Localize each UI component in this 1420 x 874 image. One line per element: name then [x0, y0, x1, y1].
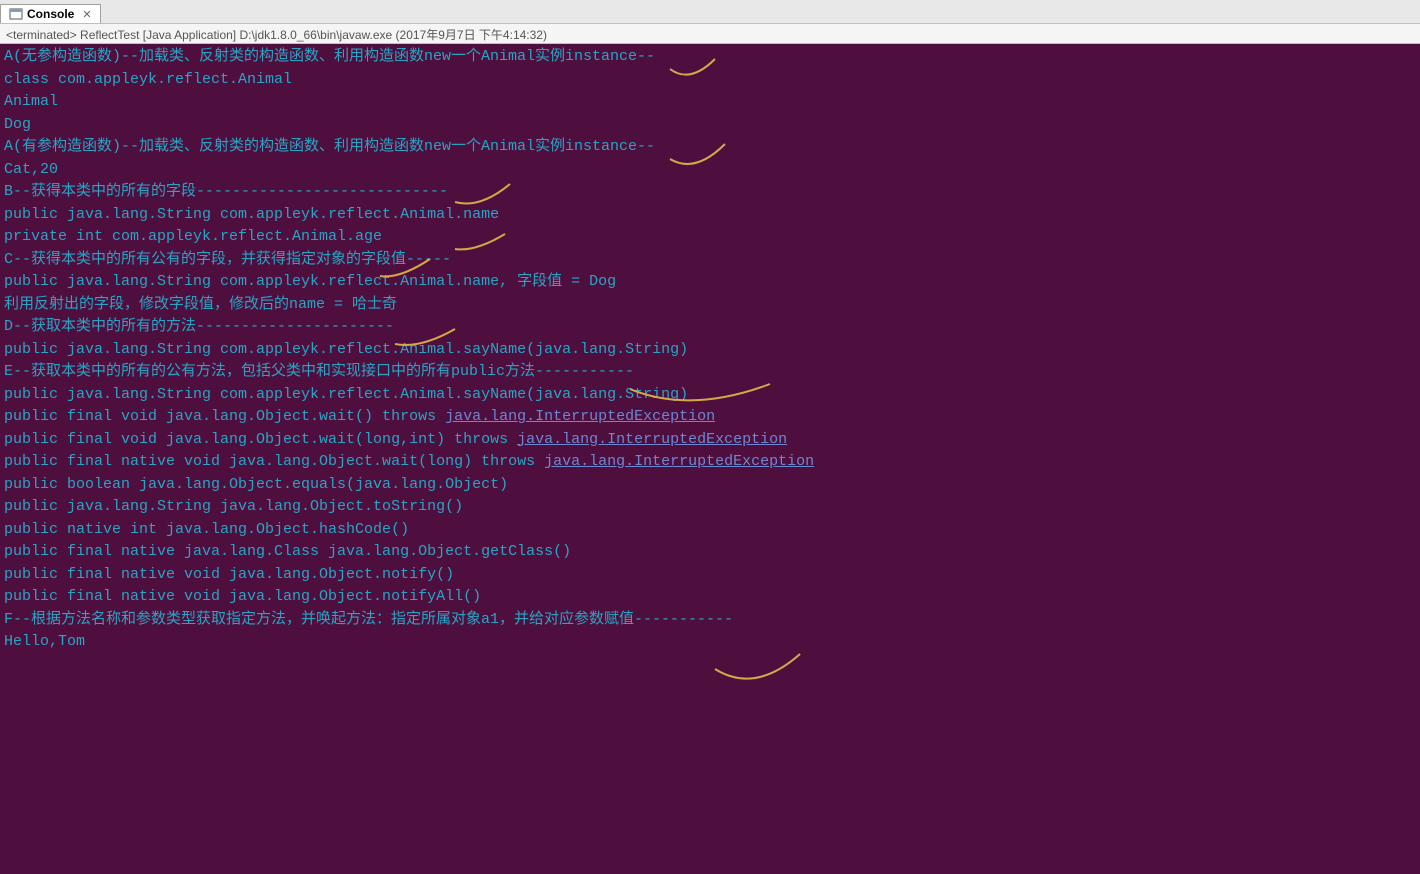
status-bar: <terminated> ReflectTest [Java Applicati…	[0, 24, 1420, 44]
console-line: class com.appleyk.reflect.Animal	[4, 69, 1416, 92]
console-line: public final void java.lang.Object.wait(…	[4, 429, 1416, 452]
console-line: public final void java.lang.Object.wait(…	[4, 406, 1416, 429]
console-line: Animal	[4, 91, 1416, 114]
console-line: public final native void java.lang.Objec…	[4, 451, 1416, 474]
console-line: public boolean java.lang.Object.equals(j…	[4, 474, 1416, 497]
close-icon[interactable]: ✕	[82, 8, 91, 21]
console-line: A(无参构造函数)--加载类、反射类的构造函数、利用构造函数new一个Anima…	[4, 46, 1416, 69]
console-tab[interactable]: Console ✕	[0, 4, 101, 23]
console-line: B--获得本类中的所有的字段--------------------------…	[4, 181, 1416, 204]
console-line: public final native void java.lang.Objec…	[4, 586, 1416, 609]
console-line: public native int java.lang.Object.hashC…	[4, 519, 1416, 542]
console-line: A(有参构造函数)--加载类、反射类的构造函数、利用构造函数new一个Anima…	[4, 136, 1416, 159]
console-line: Cat,20	[4, 159, 1416, 182]
console-line: 利用反射出的字段，修改字段值，修改后的name = 哈士奇	[4, 294, 1416, 317]
console-line: Dog	[4, 114, 1416, 137]
console-output: A(无参构造函数)--加载类、反射类的构造函数、利用构造函数new一个Anima…	[0, 44, 1420, 874]
tab-label: Console	[27, 7, 74, 21]
exception-link[interactable]: java.lang.InterruptedException	[544, 453, 814, 470]
console-line: E--获取本类中的所有的公有方法，包括父类中和实现接口中的所有public方法-…	[4, 361, 1416, 384]
console-line: public java.lang.String com.appleyk.refl…	[4, 339, 1416, 362]
exception-link[interactable]: java.lang.InterruptedException	[445, 408, 715, 425]
console-line: public java.lang.String com.appleyk.refl…	[4, 204, 1416, 227]
exception-link[interactable]: java.lang.InterruptedException	[517, 431, 787, 448]
console-line: F--根据方法名称和参数类型获取指定方法，并唤起方法：指定所属对象a1，并给对应…	[4, 609, 1416, 632]
tab-bar: Console ✕	[0, 0, 1420, 24]
console-line: public final native void java.lang.Objec…	[4, 564, 1416, 587]
console-line: public java.lang.String com.appleyk.refl…	[4, 271, 1416, 294]
console-line: public java.lang.String java.lang.Object…	[4, 496, 1416, 519]
console-icon	[9, 7, 23, 21]
console-line: public java.lang.String com.appleyk.refl…	[4, 384, 1416, 407]
console-line: Hello,Tom	[4, 631, 1416, 654]
console-line: D--获取本类中的所有的方法----------------------	[4, 316, 1416, 339]
console-line: C--获得本类中的所有公有的字段，并获得指定对象的字段值-----	[4, 249, 1416, 272]
console-line: public final native java.lang.Class java…	[4, 541, 1416, 564]
console-line: private int com.appleyk.reflect.Animal.a…	[4, 226, 1416, 249]
